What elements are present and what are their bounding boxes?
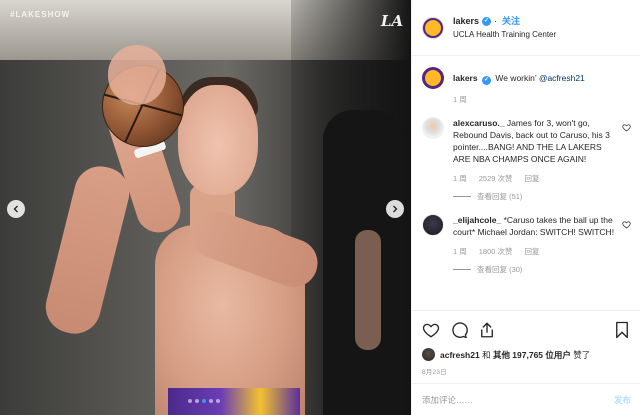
comments-list[interactable]: lakers ✓ We workin’ @acfresh21 1 周 alexc… bbox=[412, 57, 640, 310]
likes-text: acfresh21 和 其他 197,765 位用户 赞了 bbox=[440, 349, 590, 361]
reply-button[interactable]: 回复 bbox=[525, 246, 540, 257]
like-button[interactable] bbox=[422, 321, 440, 339]
location-link[interactable]: UCLA Health Training Center bbox=[453, 28, 556, 41]
hashtag-watermark: #LAKESHOW bbox=[10, 10, 71, 19]
comment-time[interactable]: 1 周 bbox=[453, 173, 467, 184]
follow-button[interactable]: 关注 bbox=[502, 15, 520, 28]
post-header: lakers ✓ · 关注 UCLA Health Training Cente… bbox=[412, 0, 640, 56]
comment-text: _elijahcole_ *Caruso takes the ball up t… bbox=[453, 214, 617, 238]
caption: lakers ✓ We workin’ @acfresh21 1 周 bbox=[422, 67, 631, 105]
likes-joiner: 和 bbox=[479, 349, 493, 360]
player-head bbox=[178, 85, 258, 195]
chevron-right-icon bbox=[393, 205, 398, 213]
background-person-arm bbox=[355, 230, 381, 350]
lakers-logo: LA bbox=[380, 12, 404, 40]
reply-button[interactable]: 回复 bbox=[525, 173, 540, 184]
carousel-dot-active bbox=[202, 399, 206, 403]
caption-mention[interactable]: @acfresh21 bbox=[539, 73, 585, 83]
add-comment-bar: 发布 bbox=[412, 383, 640, 415]
header-row: lakers ✓ · 关注 bbox=[453, 15, 556, 28]
liker-username[interactable]: acfresh21 bbox=[440, 350, 480, 360]
carousel-next-button[interactable] bbox=[386, 200, 404, 218]
post-actions-section: acfresh21 和 其他 197,765 位用户 赞了 8月23日 bbox=[412, 310, 640, 376]
header-text: lakers ✓ · 关注 UCLA Health Training Cente… bbox=[453, 15, 556, 41]
comment-input[interactable] bbox=[422, 394, 614, 405]
chevron-left-icon bbox=[13, 205, 18, 213]
view-replies-label: 查看回复 (30) bbox=[477, 264, 523, 274]
caption-time[interactable]: 1 周 bbox=[453, 94, 467, 105]
carousel-dot bbox=[195, 399, 199, 403]
comment-item: _elijahcole_ *Caruso takes the ball up t… bbox=[422, 213, 631, 275]
likes-summary: acfresh21 和 其他 197,765 位用户 赞了 bbox=[422, 348, 631, 361]
verified-icon: ✓ bbox=[482, 16, 492, 26]
post-date[interactable]: 8月23日 bbox=[422, 366, 631, 376]
comment-body: _elijahcole_ *Caruso takes the ball up t… bbox=[453, 214, 631, 275]
comment-text: alexcaruso._ James for 3, won't go, Rebo… bbox=[453, 117, 617, 165]
caption-text: lakers ✓ We workin’ @acfresh21 bbox=[453, 72, 617, 85]
heart-icon[interactable] bbox=[622, 220, 631, 229]
player-hand bbox=[108, 45, 166, 105]
comment-body: alexcaruso._ James for 3, won't go, Rebo… bbox=[453, 117, 631, 202]
view-replies-button[interactable]: 查看回复 (30) bbox=[453, 264, 617, 275]
header-dot: · bbox=[494, 15, 498, 26]
lakers-logo-text: LA bbox=[380, 12, 404, 30]
post-comment-button[interactable]: 发布 bbox=[614, 394, 631, 406]
carousel-prev-button[interactable] bbox=[7, 200, 25, 218]
likes-suffix: 赞了 bbox=[570, 349, 591, 360]
header-username[interactable]: lakers bbox=[453, 15, 479, 28]
caption-avatar[interactable] bbox=[422, 67, 444, 89]
view-replies-label: 查看回复 (51) bbox=[477, 191, 523, 201]
share-icon bbox=[481, 322, 493, 338]
save-button[interactable] bbox=[613, 321, 631, 339]
replies-line bbox=[453, 268, 471, 270]
verified-icon: ✓ bbox=[481, 75, 491, 85]
bookmark-icon bbox=[616, 321, 628, 339]
carousel-dot bbox=[216, 399, 220, 403]
comment-username[interactable]: alexcaruso._ bbox=[453, 118, 505, 128]
caption-body: lakers ✓ We workin’ @acfresh21 1 周 bbox=[453, 67, 631, 105]
caption-avatar-logo bbox=[425, 70, 441, 86]
carousel-dot bbox=[209, 399, 213, 403]
comment-time[interactable]: 1 周 bbox=[453, 246, 467, 257]
caption-meta: 1 周 bbox=[453, 94, 617, 105]
caption-username[interactable]: lakers bbox=[453, 73, 478, 83]
action-bar bbox=[422, 319, 631, 341]
comment-item: alexcaruso._ James for 3, won't go, Rebo… bbox=[422, 116, 631, 202]
share-button[interactable] bbox=[478, 321, 496, 339]
caption-message: We workin’ bbox=[495, 73, 539, 83]
comment-likes[interactable]: 2529 次赞 bbox=[479, 173, 513, 184]
lakers-avatar[interactable] bbox=[422, 16, 444, 39]
comment-button[interactable] bbox=[450, 321, 468, 339]
post-media[interactable]: #LAKESHOW LA bbox=[0, 0, 411, 415]
carousel-indicator bbox=[188, 399, 220, 403]
player-figure bbox=[40, 45, 325, 415]
heart-icon bbox=[422, 323, 440, 338]
comment-meta: 1 周 1800 次赞 回复 bbox=[453, 246, 617, 257]
comment-avatar[interactable] bbox=[422, 116, 444, 139]
player-left-arm bbox=[40, 160, 135, 340]
comment-username[interactable]: _elijahcole_ bbox=[453, 215, 501, 225]
heart-icon[interactable] bbox=[622, 123, 631, 132]
liker-avatar[interactable] bbox=[422, 348, 435, 361]
comment-avatar[interactable] bbox=[422, 213, 444, 236]
comment-meta: 1 周 2529 次赞 回复 bbox=[453, 173, 617, 184]
replies-line bbox=[453, 195, 471, 197]
comment-likes[interactable]: 1800 次赞 bbox=[479, 246, 513, 257]
comment-icon bbox=[452, 322, 468, 339]
carousel-dot bbox=[188, 399, 192, 403]
lakers-avatar-logo bbox=[425, 19, 441, 36]
view-replies-button[interactable]: 查看回复 (51) bbox=[453, 191, 617, 202]
likes-others-link[interactable]: 其他 197,765 位用户 bbox=[493, 350, 571, 360]
post-side-panel: lakers ✓ · 关注 UCLA Health Training Cente… bbox=[411, 0, 640, 415]
